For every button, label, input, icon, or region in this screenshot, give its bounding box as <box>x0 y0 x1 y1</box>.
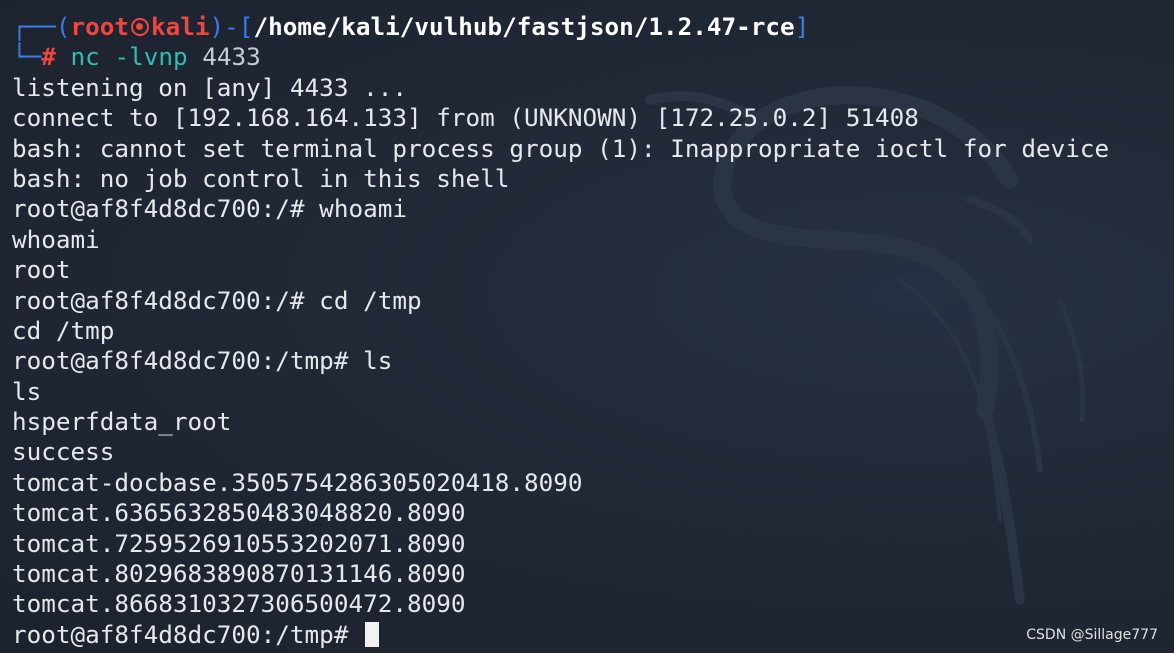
prompt-corner-top: ┌──( <box>12 12 71 41</box>
prompt-line-top: ┌──(root kali)-[/home/kali/vulhub/fastjso… <box>12 12 1174 42</box>
terminal-window[interactable]: ┌──(root kali)-[/home/kali/vulhub/fastjso… <box>0 0 1174 653</box>
output-line: hsperfdata_root <box>12 407 232 437</box>
terminal-output: ┌──(root kali)-[/home/kali/vulhub/fastjso… <box>12 12 1174 650</box>
prompt-line-command: └─# nc -lvnp 4433 <box>12 42 1174 72</box>
prompt-path: /home/kali/vulhub/fastjson/1.2.47-rce <box>253 12 795 41</box>
output-line: root@af8f4d8dc700:/# cd /tmp <box>12 285 422 315</box>
csdn-watermark: CSDN @Sillage777 <box>1026 627 1158 643</box>
output-line: root@af8f4d8dc700:/tmp# ls <box>12 346 393 376</box>
prompt-hash: # <box>41 42 56 72</box>
prompt-path-open: )-[ <box>209 12 254 41</box>
output-line: root@af8f4d8dc700:/# whoami <box>12 194 407 224</box>
output-line: tomcat.8029683890870131146.8090 <box>12 559 466 589</box>
output-line: bash: cannot set terminal process group … <box>12 133 1110 163</box>
final-prompt: root@af8f4d8dc700:/tmp# <box>12 619 364 649</box>
prompt-corner-bottom: └─ <box>12 42 42 72</box>
command-args: -lvnp <box>114 42 188 72</box>
text-cursor[interactable] <box>365 621 380 647</box>
output-line: listening on [any] 4433 ... <box>12 72 407 102</box>
output-line: tomcat.8668310327306500472.8090 <box>12 589 466 619</box>
skull-icon <box>131 18 150 36</box>
command-value: 4433 <box>202 42 261 72</box>
prompt-host: kali <box>151 12 210 41</box>
output-line: ls <box>12 376 42 406</box>
output-line: connect to [192.168.164.133] from (UNKNO… <box>12 103 919 133</box>
final-prompt-line[interactable]: root@af8f4d8dc700:/tmp# <box>12 620 1174 650</box>
prompt-user: root <box>70 12 130 41</box>
command-name: nc <box>70 42 100 72</box>
output-line: tomcat.7259526910553202071.8090 <box>12 528 466 558</box>
output-line: cd /tmp <box>12 315 115 345</box>
output-line: tomcat.6365632850483048820.8090 <box>12 498 466 528</box>
output-line: bash: no job control in this shell <box>12 163 510 193</box>
output-line: success <box>12 437 115 467</box>
prompt-path-close: ] <box>794 12 810 41</box>
output-line: root <box>12 255 71 285</box>
output-line: tomcat-docbase.3505754286305020418.8090 <box>12 467 583 497</box>
output-line: whoami <box>12 224 100 254</box>
